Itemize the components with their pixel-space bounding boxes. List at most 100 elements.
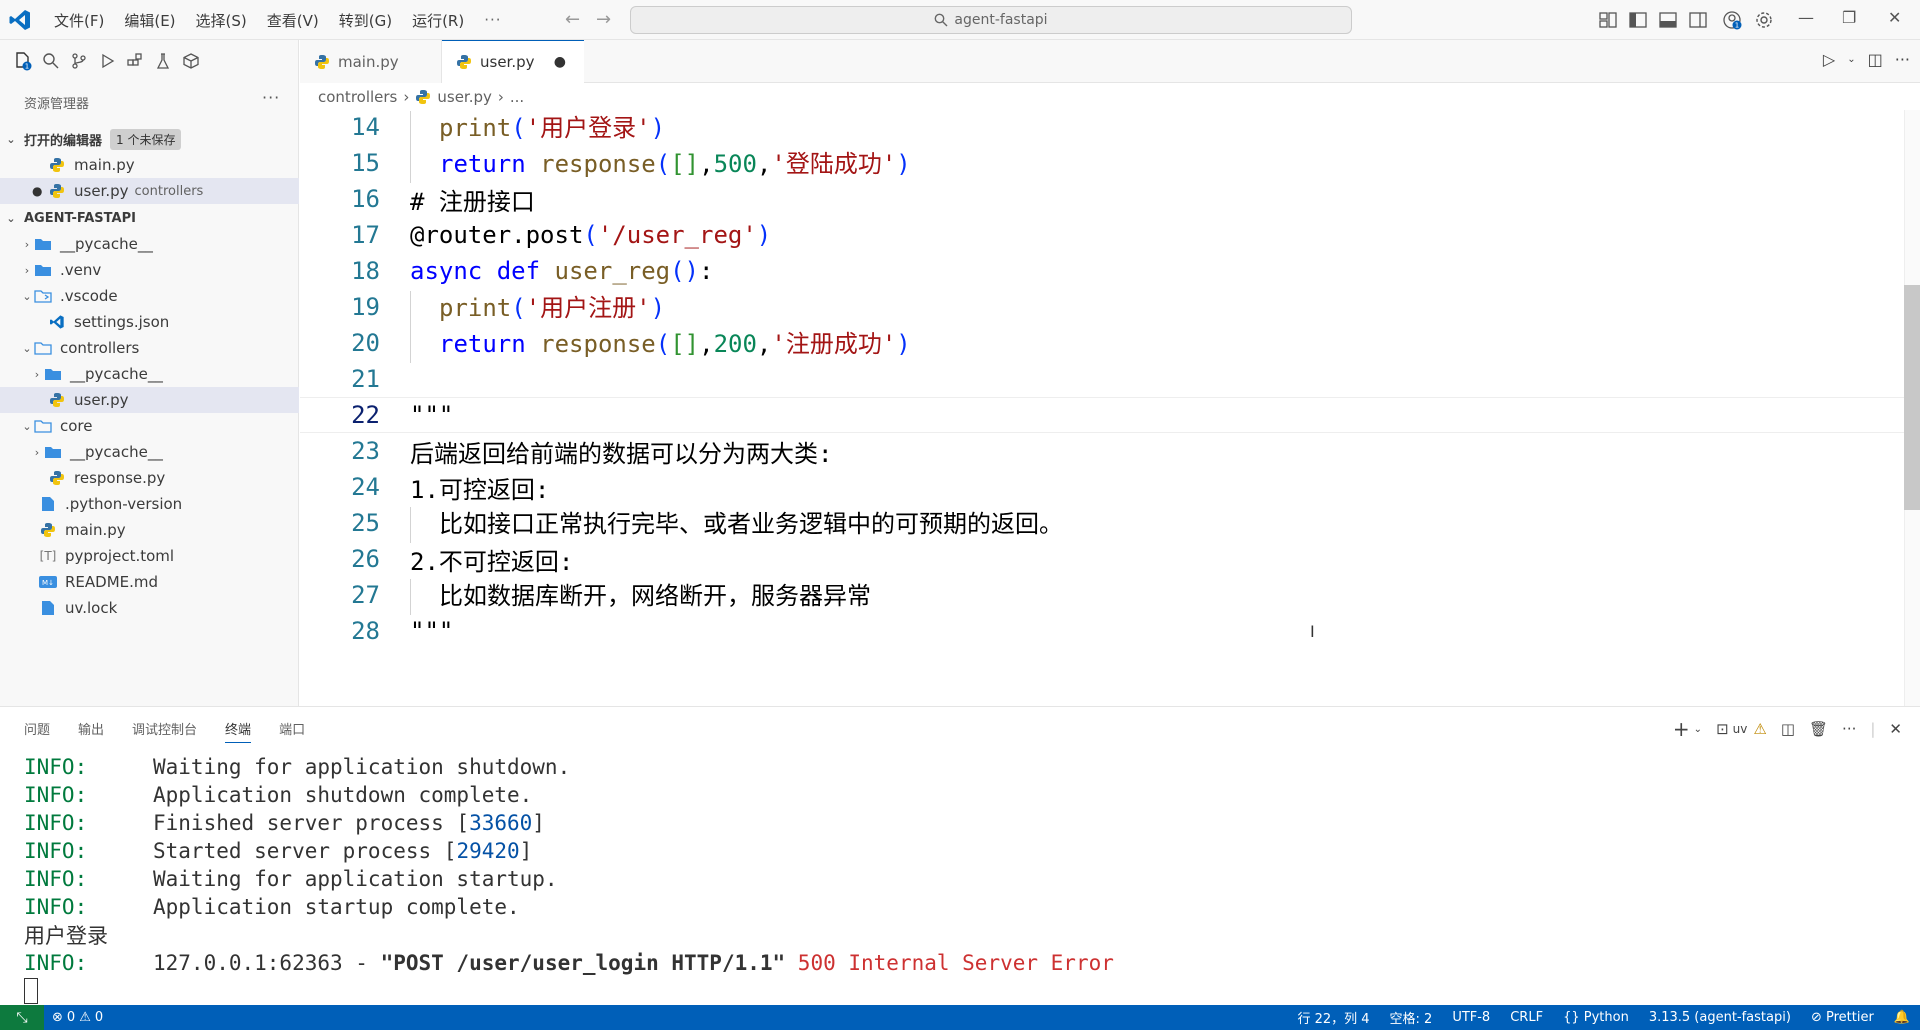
tree-item-uv-lock[interactable]: uv.lock: [0, 595, 299, 621]
chevron-right-icon: ›: [34, 367, 40, 381]
split-editor-icon[interactable]: ◫: [1868, 50, 1883, 69]
python-file-icon: [48, 182, 66, 200]
toggle-panel-icon[interactable]: [1658, 10, 1678, 30]
more-actions-icon[interactable]: ···: [1895, 50, 1910, 69]
minimize-icon[interactable]: —: [1798, 8, 1814, 27]
terminal-output[interactable]: INFO: Waiting for application shutdown. I…: [24, 753, 1114, 1005]
tree-item-settings-json[interactable]: settings.json: [0, 309, 299, 335]
python-interpreter[interactable]: 3.13.5 (agent-fastapi): [1649, 1010, 1791, 1025]
terminal-prompt: [24, 977, 1114, 1005]
code-line: 15 return response([],500,'登陆成功'): [300, 145, 1904, 183]
toggle-primary-sidebar-icon[interactable]: [1628, 10, 1648, 30]
tab-output[interactable]: 输出: [78, 719, 104, 743]
explorer-files-icon[interactable]: 1: [12, 50, 34, 72]
tab-problems[interactable]: 问题: [24, 719, 50, 743]
end-of-line[interactable]: CRLF: [1510, 1010, 1543, 1025]
explorer-more-actions-icon[interactable]: ···: [262, 88, 280, 107]
tree-item-pyproject-toml[interactable]: [T] pyproject.toml: [0, 543, 299, 569]
project-section[interactable]: ⌄ AGENT-FASTAPI: [0, 205, 299, 231]
forward-arrow-icon[interactable]: →: [596, 9, 611, 30]
editor-scrollbar-thumb[interactable]: [1904, 285, 1920, 510]
tree-item-main-py[interactable]: main.py: [0, 517, 299, 543]
encoding[interactable]: UTF-8: [1452, 1010, 1490, 1025]
tree-item-vscode[interactable]: ⌄ .vscode: [0, 283, 299, 309]
view-container-bar: 1: [0, 40, 299, 82]
settings-gear-icon[interactable]: [1754, 10, 1774, 30]
terminal-shell-label[interactable]: uv: [1733, 722, 1748, 736]
menu-file[interactable]: 文件(F): [44, 10, 114, 31]
tab-user-py[interactable]: user.py ●: [442, 40, 584, 83]
command-center-search[interactable]: agent-fastapi: [630, 6, 1352, 34]
breadcrumb-folder[interactable]: controllers: [318, 88, 397, 106]
line-number: 22: [351, 401, 380, 429]
separator: |: [1870, 720, 1876, 738]
problems-status[interactable]: ⊗ 0 ⚠ 0: [52, 1010, 103, 1025]
tab-main-py[interactable]: main.py: [300, 40, 442, 83]
trash-icon[interactable]: 🗑: [1809, 720, 1828, 738]
source-control-icon[interactable]: [68, 50, 90, 72]
customize-layout-icon[interactable]: [1598, 10, 1618, 30]
testing-icon[interactable]: [152, 50, 174, 72]
restore-icon[interactable]: ❐: [1842, 8, 1856, 27]
menu-go[interactable]: 转到(G): [329, 10, 402, 31]
unsaved-dot-icon[interactable]: ●: [32, 184, 48, 198]
code-text: return response([],200,'注册成功'): [410, 324, 911, 363]
code-text: print('用户注册'): [410, 288, 665, 327]
close-panel-icon[interactable]: ✕: [1889, 720, 1902, 738]
tree-item-core[interactable]: ⌄ core: [0, 413, 299, 439]
cursor-position[interactable]: 行 22，列 4: [1297, 1008, 1369, 1027]
tree-item-pycache[interactable]: › __pycache__: [0, 361, 299, 387]
menu-selection[interactable]: 选择(S): [186, 10, 257, 31]
open-editor-user-py[interactable]: ● user.py controllers: [0, 178, 299, 204]
tab-ports[interactable]: 端口: [279, 719, 305, 743]
code-text: """: [410, 617, 454, 645]
breadcrumb-symbol[interactable]: ...: [510, 88, 524, 106]
search-view-icon[interactable]: [40, 50, 62, 72]
warning-icon[interactable]: ⚠: [1753, 720, 1766, 738]
run-python-file-icon[interactable]: ▷: [1823, 50, 1835, 69]
run-debug-icon[interactable]: [96, 50, 118, 72]
menu-run[interactable]: 运行(R): [402, 10, 474, 31]
terminal-line: INFO: Application shutdown complete.: [24, 783, 533, 807]
indentation[interactable]: 空格: 2: [1390, 1008, 1433, 1027]
menu-edit[interactable]: 编辑(E): [114, 10, 185, 31]
language-mode[interactable]: {} Python: [1563, 1010, 1629, 1025]
tree-item-pycache[interactable]: › __pycache__: [0, 439, 299, 465]
unsaved-dot-icon[interactable]: ●: [554, 54, 566, 70]
new-terminal-icon[interactable]: +: [1673, 717, 1690, 741]
terminal-line: INFO: Waiting for application startup.: [24, 867, 558, 891]
tab-terminal[interactable]: 终端: [225, 719, 252, 743]
tree-item-pycache[interactable]: › __pycache__: [0, 231, 299, 257]
tree-label: settings.json: [74, 313, 170, 331]
more-actions-icon[interactable]: ···: [1842, 720, 1856, 738]
remote-indicator-icon[interactable]: ⤡: [0, 1005, 44, 1030]
open-editor-main-py[interactable]: main.py: [0, 152, 299, 178]
svg-text:M↓: M↓: [42, 579, 54, 587]
open-editors-section[interactable]: ⌄ 打开的编辑器 1 个未保存: [0, 126, 299, 152]
chevron-down-icon[interactable]: ⌄: [1847, 54, 1855, 65]
chevron-down-icon[interactable]: ⌄: [1694, 724, 1702, 735]
toml-file-icon: [T]: [39, 549, 57, 563]
split-terminal-icon[interactable]: ◫: [1781, 720, 1795, 738]
tree-item-readme-md[interactable]: M↓ README.md: [0, 569, 299, 595]
breadcrumb-file[interactable]: user.py: [437, 88, 492, 106]
menu-more[interactable]: ···: [474, 11, 511, 29]
toggle-secondary-sidebar-icon[interactable]: [1688, 10, 1708, 30]
close-window-icon[interactable]: ✕: [1888, 8, 1901, 27]
tree-item-controllers[interactable]: ⌄ controllers: [0, 335, 299, 361]
accounts-icon[interactable]: 1: [1722, 10, 1742, 30]
terminal-shell-icon[interactable]: ⊡: [1716, 720, 1729, 738]
code-line: 14 print('用户登录'): [300, 110, 1904, 147]
tab-debug-console[interactable]: 调试控制台: [132, 719, 197, 743]
tree-item-python-version[interactable]: .python-version: [0, 491, 299, 517]
tree-item-venv[interactable]: › .venv: [0, 257, 299, 283]
back-arrow-icon[interactable]: ←: [565, 9, 580, 30]
notifications-bell-icon[interactable]: 🔔: [1894, 1010, 1910, 1025]
tree-item-response-py[interactable]: response.py: [0, 465, 299, 491]
prettier-status[interactable]: ⊘ Prettier: [1811, 1010, 1874, 1025]
code-editor[interactable]: 14 print('用户登录') 15 return response([],5…: [300, 110, 1904, 706]
tree-item-user-py[interactable]: user.py: [0, 387, 299, 413]
extensions-icon[interactable]: [124, 50, 146, 72]
containers-icon[interactable]: [180, 50, 202, 72]
menu-view[interactable]: 查看(V): [257, 10, 329, 31]
